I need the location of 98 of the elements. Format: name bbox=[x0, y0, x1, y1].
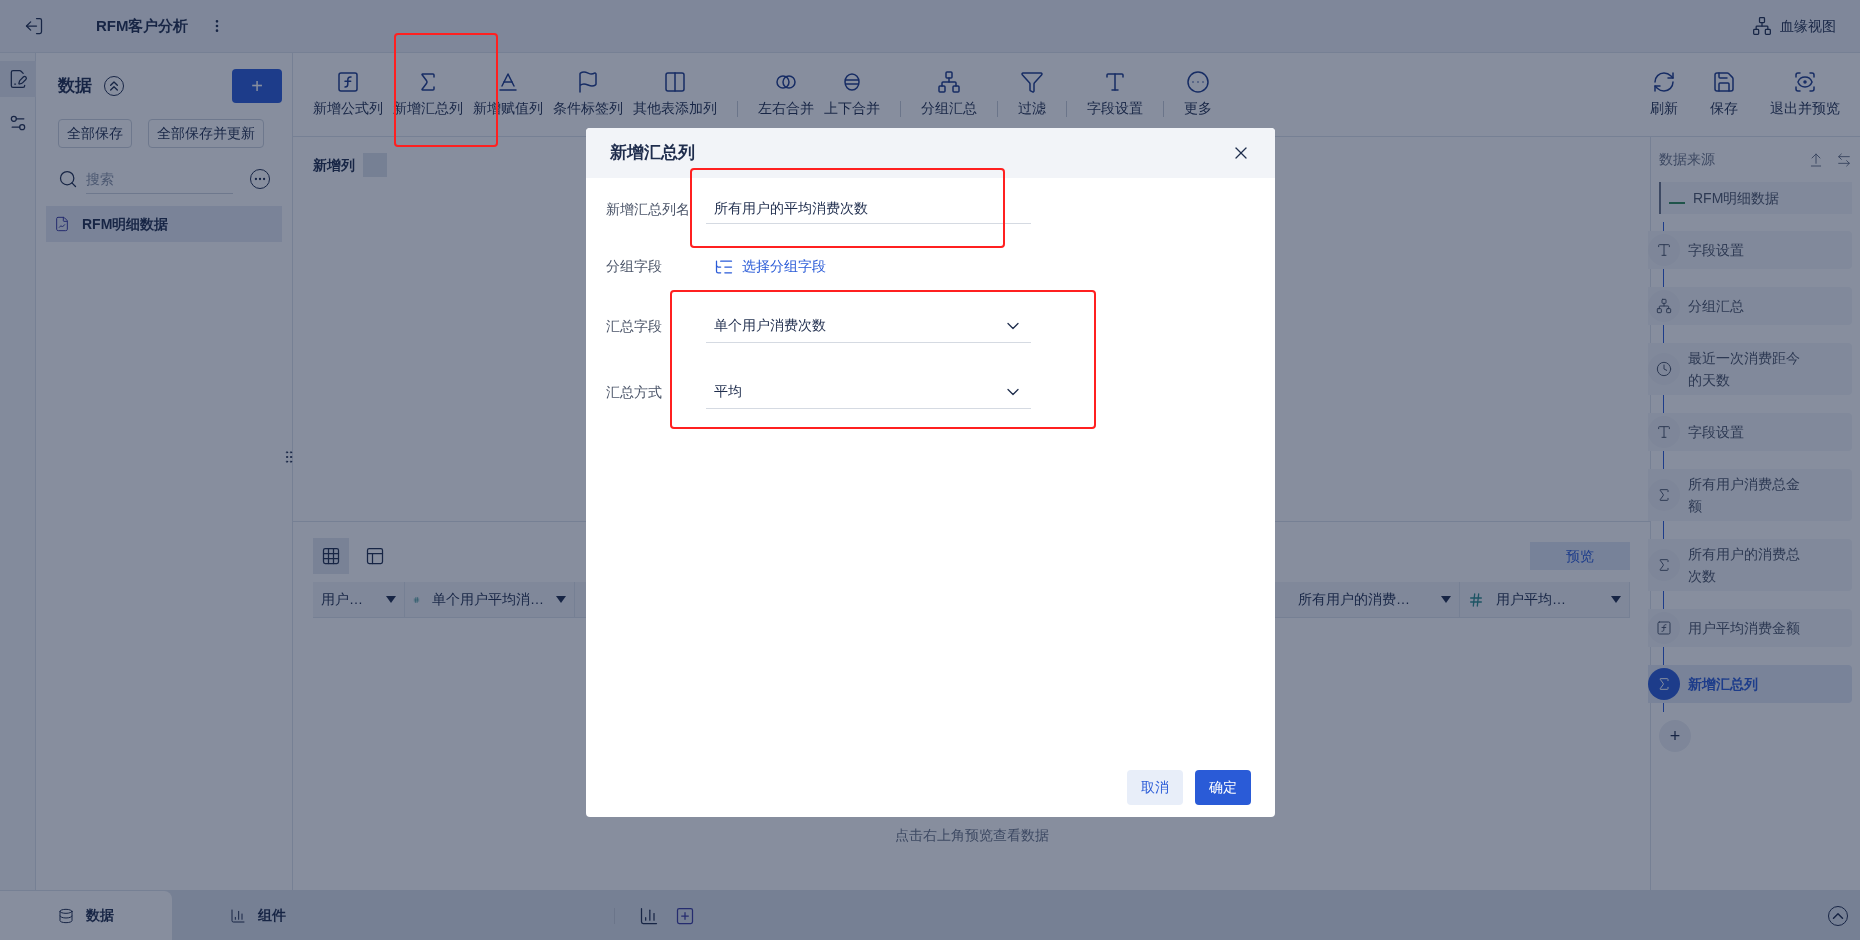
section-label: 新增列 bbox=[313, 155, 355, 175]
field-label: 汇总字段 bbox=[606, 316, 663, 336]
bottom-tab[interactable]: 数据 bbox=[0, 891, 172, 940]
sigma-icon bbox=[1656, 557, 1672, 573]
report-title: RFM客户分析 bbox=[96, 15, 189, 36]
dialog-title: 新增汇总列 bbox=[610, 142, 696, 165]
add-step-button[interactable]: + bbox=[1659, 720, 1691, 752]
select-field[interactable]: 平均 bbox=[706, 375, 1031, 409]
save-icon bbox=[1712, 70, 1736, 94]
toolbar-button[interactable]: 退出并预览 bbox=[1766, 70, 1844, 119]
lineage-icon bbox=[1752, 16, 1772, 36]
empty-hint: 点击右上角预览查看数据 bbox=[894, 826, 1049, 845]
dropdown-arrow-icon bbox=[1441, 596, 1451, 603]
step-label: 所有用户的消费总次数 bbox=[1688, 545, 1801, 586]
source-name: RFM明细数据 bbox=[1693, 188, 1780, 208]
lineage-link[interactable]: 血缘视图 bbox=[1780, 15, 1836, 37]
toolbar-button[interactable]: 过滤 bbox=[1014, 70, 1050, 119]
confirm-button[interactable]: 确定 bbox=[1195, 770, 1251, 805]
columns-icon bbox=[663, 70, 687, 94]
sigma-icon bbox=[1656, 676, 1672, 692]
bottom-tab[interactable]: 组件 bbox=[172, 891, 344, 940]
step-label: 所有用户消费总金额 bbox=[1688, 475, 1801, 516]
cancel-button[interactable]: 取消 bbox=[1127, 770, 1183, 805]
step-item[interactable]: 分组汇总 bbox=[1648, 287, 1852, 325]
type-icon bbox=[1656, 424, 1672, 440]
toolbar-button[interactable]: 其他表添加列 bbox=[629, 70, 721, 119]
toolbar-button[interactable]: 新增公式列 bbox=[309, 70, 387, 119]
dropdown-arrow-icon bbox=[386, 596, 396, 603]
step-label: 用户平均消费金额 bbox=[1688, 619, 1800, 638]
refresh-icon bbox=[1652, 70, 1676, 94]
grid-icon bbox=[321, 546, 341, 566]
search-field[interactable]: 搜索 bbox=[86, 164, 233, 194]
column-header[interactable]: 用户… bbox=[313, 582, 405, 617]
toolbar-button[interactable]: 上下合并 bbox=[820, 70, 884, 119]
database-icon bbox=[58, 907, 74, 924]
eye-scan-icon bbox=[1793, 70, 1817, 94]
save-button[interactable]: 全部保存并更新 bbox=[148, 119, 264, 148]
layout-icon bbox=[365, 546, 385, 566]
step-item[interactable]: 所有用户的消费总次数 bbox=[1648, 539, 1852, 591]
flag-icon bbox=[576, 70, 600, 94]
view-toggle[interactable] bbox=[313, 538, 349, 574]
name-field[interactable]: 所有用户的平均消费次数 bbox=[706, 194, 1031, 224]
search-icon bbox=[58, 169, 78, 189]
column-header[interactable]: 所有用户的消费… bbox=[1290, 582, 1460, 617]
chart-icon bbox=[230, 907, 246, 924]
toolbar-button[interactable]: 保存 bbox=[1706, 70, 1742, 119]
add-button[interactable]: + bbox=[232, 69, 282, 103]
field-label: 分组字段 bbox=[606, 257, 663, 276]
hierarchy-icon bbox=[1656, 298, 1672, 314]
edit-tab[interactable] bbox=[0, 61, 36, 97]
type-icon bbox=[1103, 70, 1127, 94]
filter-icon bbox=[1020, 70, 1044, 94]
toolbar-button[interactable]: 更多 bbox=[1180, 70, 1216, 119]
clock-icon bbox=[1656, 361, 1672, 377]
source-item[interactable]: RFM明细数据 bbox=[1659, 182, 1852, 214]
dataset-icon bbox=[54, 216, 70, 232]
upload-icon[interactable] bbox=[1808, 151, 1824, 168]
dropdown-arrow-icon bbox=[1611, 596, 1621, 603]
type-icon bbox=[1656, 242, 1672, 258]
function-icon bbox=[1656, 620, 1672, 636]
panel-title: 数据 bbox=[58, 75, 92, 98]
switch-icon[interactable] bbox=[1836, 151, 1852, 168]
toolbar-button[interactable]: 分组汇总 bbox=[917, 70, 981, 119]
step-item[interactable]: 新增汇总列 bbox=[1648, 665, 1852, 703]
step-item[interactable]: 用户平均消费金额 bbox=[1648, 609, 1852, 647]
save-button[interactable]: 全部保存 bbox=[58, 119, 132, 148]
step-label: 分组汇总 bbox=[1688, 297, 1744, 316]
step-label: 新增汇总列 bbox=[1688, 675, 1758, 694]
sigma-icon bbox=[1656, 487, 1672, 503]
add-table-icon[interactable] bbox=[675, 905, 695, 926]
toolbar-button[interactable]: 左右合并 bbox=[754, 70, 818, 119]
field-label: 新增汇总列名 bbox=[606, 199, 691, 219]
field-label: 汇总方式 bbox=[606, 382, 663, 402]
step-item[interactable]: 所有用户消费总金额 bbox=[1648, 469, 1852, 521]
function-icon bbox=[336, 70, 360, 94]
step-label: 字段设置 bbox=[1688, 423, 1744, 442]
toolbar-button[interactable]: 条件标签列 bbox=[549, 70, 627, 119]
toolbar-button[interactable]: 字段设置 bbox=[1083, 70, 1147, 119]
dropdown-arrow-icon bbox=[556, 596, 566, 603]
step-label: 最近一次消费距今的天数 bbox=[1688, 349, 1801, 390]
add-chart-icon[interactable] bbox=[639, 905, 659, 926]
step-item[interactable]: 最近一次消费距今的天数 bbox=[1648, 343, 1852, 395]
hierarchy-icon bbox=[937, 70, 961, 94]
select-field[interactable]: 单个用户消费次数 bbox=[706, 309, 1031, 343]
column-header[interactable]: 单个用户平均消… bbox=[405, 582, 575, 617]
select-group-link[interactable]: 选择分组字段 bbox=[706, 256, 834, 277]
text-icon bbox=[496, 70, 520, 94]
more-icon bbox=[1186, 70, 1210, 94]
exit-icon[interactable] bbox=[24, 16, 44, 36]
panel-title: 数据来源 bbox=[1659, 150, 1716, 169]
step-item[interactable]: 字段设置 bbox=[1648, 413, 1852, 451]
dataset-item[interactable]: RFM明细数据 bbox=[46, 206, 282, 242]
column-header[interactable]: 用户平均… bbox=[1460, 582, 1630, 617]
step-label: 字段设置 bbox=[1688, 241, 1744, 260]
dataset-name: RFM明细数据 bbox=[82, 214, 169, 234]
toolbar-button[interactable]: 刷新 bbox=[1646, 70, 1682, 119]
preview-button[interactable]: 预览 bbox=[1530, 542, 1630, 570]
step-item[interactable]: 字段设置 bbox=[1648, 231, 1852, 269]
